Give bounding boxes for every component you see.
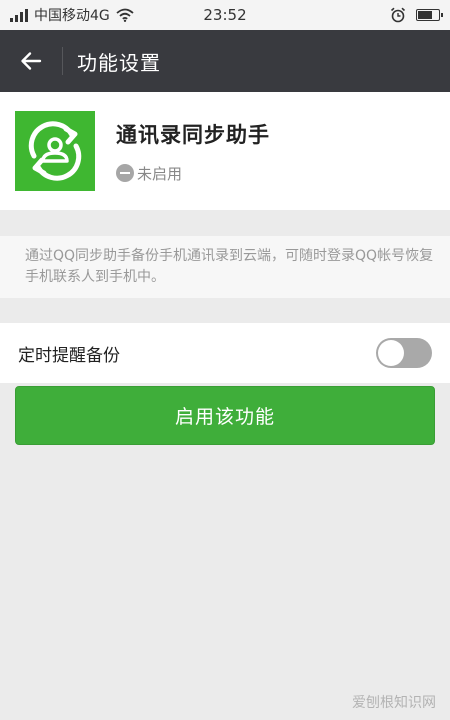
reminder-setting-row: 定时提醒备份 [0,323,450,383]
reminder-label: 定时提醒备份 [18,345,120,366]
alarm-icon [390,7,406,23]
contact-sync-icon [15,111,95,191]
status-bar: 中国移动4G 23:52 [0,0,450,30]
plugin-name: 通讯录同步助手 [116,122,270,147]
enable-feature-button[interactable]: 启用该功能 [15,386,435,445]
battery-icon [416,9,443,21]
plugin-description: 通过QQ同步助手备份手机通讯录到云端，可随时登录QQ帐号恢复手机联系人到手机中。 [0,236,450,298]
plugin-status-label: 未启用 [137,164,183,183]
wifi-icon [116,8,134,22]
page-title: 功能设置 [77,50,161,75]
clock-time: 23:52 [203,6,247,24]
carrier-label: 中国移动4G [34,8,110,24]
signal-icon [10,8,28,22]
plugin-status: 未启用 [116,163,270,184]
disabled-status-icon [116,164,134,182]
reminder-toggle[interactable] [376,338,432,368]
back-arrow-icon [21,52,42,70]
plugin-card: 通讯录同步助手 未启用 [0,92,450,210]
header-divider [62,47,63,75]
back-button[interactable] [0,30,62,92]
watermark: 爱刨根知识网 [352,695,436,711]
toggle-knob [378,340,404,366]
header-bar: 功能设置 [0,30,450,92]
